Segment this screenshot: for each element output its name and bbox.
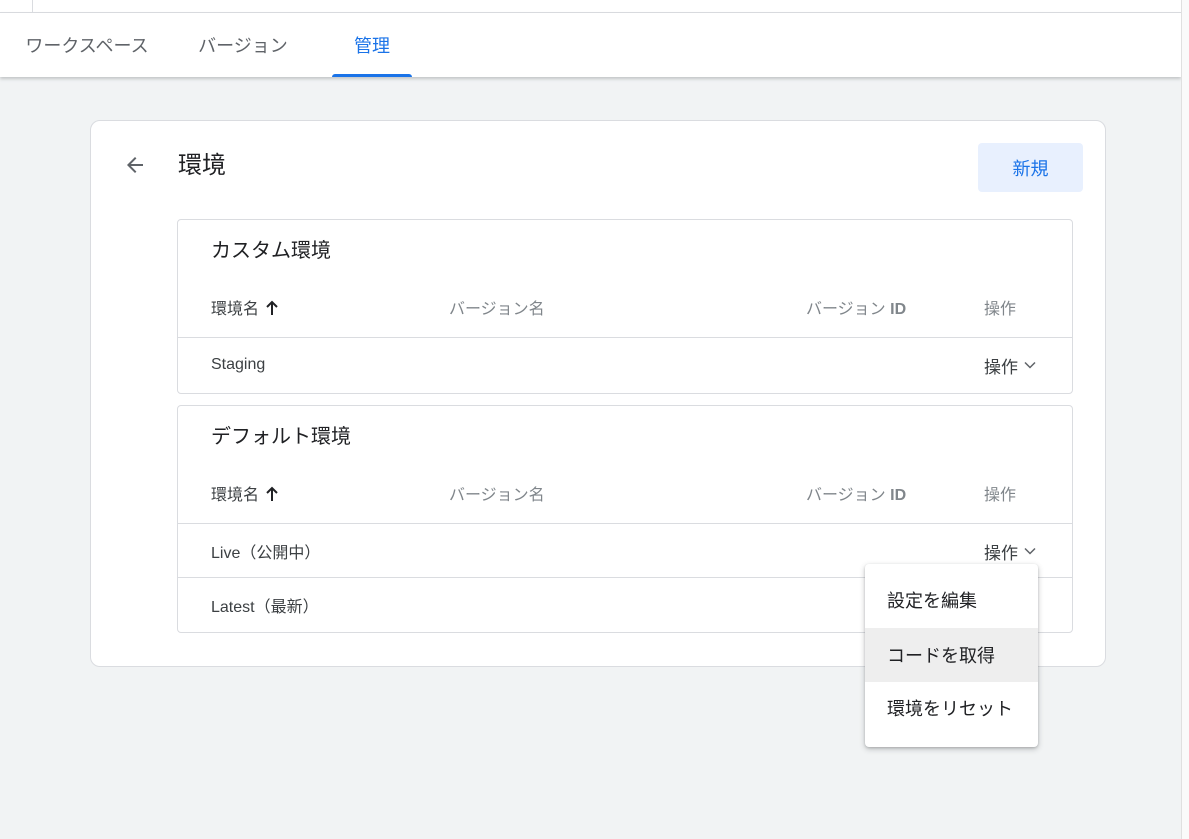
- chevron-down-icon: [1024, 547, 1036, 555]
- environment-name: Latest（最新）: [211, 599, 319, 616]
- active-tab-indicator: [332, 74, 412, 77]
- toolbar-divider: [32, 0, 33, 12]
- back-arrow-icon[interactable]: [121, 151, 149, 179]
- column-header-version-id: バージョン ID: [806, 301, 907, 318]
- page-title: 環境: [178, 152, 226, 179]
- menu-item-get-code[interactable]: コードを取得: [865, 628, 1038, 682]
- table-row: Staging 操作: [178, 337, 1072, 392]
- actions-menu: 設定を編集 コードを取得 環境をリセット: [865, 564, 1038, 747]
- custom-environments-section: カスタム環境 環境名 バージョン名 バージョン ID 操作 Staging 操作: [177, 219, 1073, 394]
- column-header-version-id: バージョン ID: [806, 487, 907, 504]
- tab-workspace[interactable]: ワークスペース: [20, 13, 154, 77]
- tab-bar: ワークスペース バージョン 管理: [0, 13, 1181, 77]
- scrollbar[interactable]: [1181, 0, 1189, 839]
- tab-label: ワークスペース: [25, 36, 149, 56]
- new-environment-button[interactable]: 新規: [978, 143, 1083, 192]
- column-header-actions: 操作: [984, 301, 1017, 318]
- section-title: デフォルト環境: [211, 426, 351, 448]
- actions-dropdown-button[interactable]: 操作: [984, 338, 1036, 392]
- menu-item-edit-settings[interactable]: 設定を編集: [865, 573, 1038, 627]
- app-root: ワークスペース バージョン 管理 環境 新規 カスタム環境 環境名 バージョン名…: [0, 0, 1181, 839]
- chevron-down-icon: [1024, 361, 1036, 369]
- menu-item-reset-environment[interactable]: 環境をリセット: [865, 681, 1038, 735]
- column-header-name[interactable]: 環境名: [211, 486, 279, 508]
- environment-name: Live（公開中）: [211, 545, 321, 562]
- section-title: カスタム環境: [211, 240, 331, 262]
- column-header-version-name: バージョン名: [449, 301, 545, 318]
- sort-ascending-icon: [265, 486, 279, 508]
- column-header-actions: 操作: [984, 487, 1017, 504]
- sort-ascending-icon: [265, 300, 279, 322]
- column-header-version-name: バージョン名: [449, 487, 545, 504]
- tab-label: バージョン: [198, 36, 288, 56]
- tab-versions[interactable]: バージョン: [193, 13, 293, 77]
- environment-name: Staging: [211, 356, 266, 373]
- tab-label: 管理: [354, 36, 390, 56]
- top-toolbar-strip: [0, 0, 1181, 13]
- column-header-name[interactable]: 環境名: [211, 300, 279, 322]
- tab-admin[interactable]: 管理: [332, 13, 412, 77]
